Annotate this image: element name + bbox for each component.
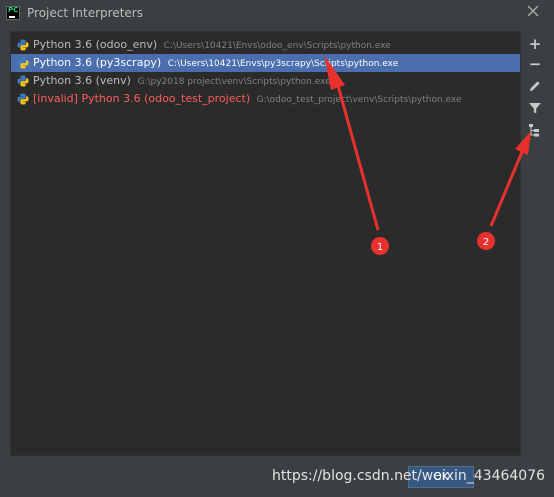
- show-paths-button[interactable]: [526, 121, 544, 139]
- title-bar: Project Interpreters: [0, 0, 554, 28]
- interpreter-row-venv[interactable]: Python 3.6 (venv) G:\py2018 project\venv…: [11, 72, 520, 90]
- filter-icon: [529, 103, 541, 114]
- python-icon: [17, 57, 29, 69]
- pencil-icon: [530, 81, 540, 91]
- python-icon: [17, 75, 29, 87]
- interpreter-name: Python 3.6 (py3scrapy): [33, 56, 162, 69]
- window-title: Project Interpreters: [27, 6, 143, 20]
- remove-interpreter-button[interactable]: −: [526, 55, 544, 73]
- close-icon: [527, 5, 539, 17]
- interpreter-path: G:\odoo_test_project\venv\Scripts\python…: [256, 95, 462, 105]
- close-button[interactable]: [524, 4, 542, 22]
- pycharm-logo-icon: [6, 6, 20, 20]
- watermark-text: https://blog.csdn.net/weixin_43464076: [272, 468, 546, 484]
- interpreter-name: Python 3.6 (venv): [33, 74, 131, 87]
- plus-icon: +: [528, 35, 542, 53]
- interpreter-list[interactable]: Python 3.6 (odoo_env) C:\Users\10421\Env…: [10, 31, 521, 456]
- interpreter-row-odoo-test-project[interactable]: [invalid] Python 3.6 (odoo_test_project)…: [11, 90, 520, 108]
- interpreter-row-odoo-env[interactable]: Python 3.6 (odoo_env) C:\Users\10421\Env…: [11, 36, 520, 54]
- interpreter-path: G:\py2018 project\venv\Scripts\python.ex…: [137, 77, 331, 87]
- interpreter-name: [invalid] Python 3.6 (odoo_test_project): [33, 92, 251, 105]
- add-interpreter-button[interactable]: +: [526, 35, 544, 53]
- python-icon: [17, 93, 29, 105]
- python-icon: [17, 39, 29, 51]
- show-paths-tree-icon: [529, 124, 539, 137]
- minus-icon: −: [528, 55, 542, 73]
- interpreter-path: C:\Users\10421\Envs\py3scrapy\Scripts\py…: [167, 59, 399, 69]
- interpreter-path: C:\Users\10421\Envs\odoo_env\Scripts\pyt…: [163, 41, 391, 51]
- interpreter-toolbar: + −: [524, 31, 546, 456]
- edit-interpreter-button[interactable]: [526, 77, 544, 95]
- filter-button[interactable]: [526, 99, 544, 117]
- interpreter-name: Python 3.6 (odoo_env): [33, 38, 158, 51]
- interpreter-row-py3scrapy[interactable]: Python 3.6 (py3scrapy) C:\Users\10421\En…: [11, 54, 520, 72]
